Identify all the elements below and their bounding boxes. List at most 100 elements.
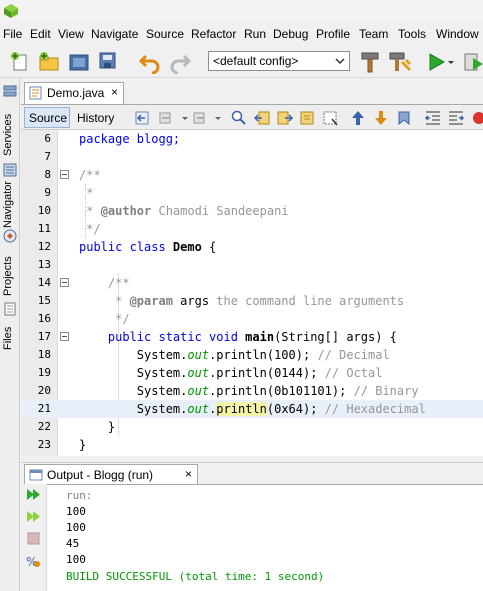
menu-team[interactable]: Team [359, 27, 388, 41]
start-macro-icon[interactable] [470, 109, 483, 127]
field-name: out [187, 384, 210, 398]
tab-source[interactable]: Source [24, 107, 70, 128]
code-line: 18 System.out.println(100); // Decimal [21, 346, 483, 364]
chevron-down-icon [335, 58, 345, 65]
menu-tools[interactable]: Tools [398, 27, 426, 41]
current-code-line: 21 System.out.println(0x64); // Hexadeci… [21, 400, 483, 418]
previous-bookmark-icon[interactable] [349, 109, 367, 127]
open-project-icon[interactable] [67, 50, 91, 74]
code-line: 12 public class Demo { [21, 238, 483, 256]
output-console[interactable]: run: 100 100 45 100 BUILD SUCCESSFUL (to… [47, 484, 483, 591]
menu-run[interactable]: Run [244, 27, 266, 41]
find-icon[interactable] [230, 109, 248, 127]
side-tab-files[interactable]: Files [0, 320, 20, 352]
code-editor[interactable]: 6 package blogg; 7 8 /** 9 * 10 * @autho… [21, 130, 483, 456]
output-toolbar: % [21, 484, 47, 591]
side-tab-label: Projects [2, 256, 14, 296]
menu-profile[interactable]: Profile [316, 27, 350, 41]
menu-debug[interactable]: Debug [273, 27, 308, 41]
javadoc-tag: @param [129, 294, 173, 308]
tab-demo-java[interactable]: Demo.java × [24, 82, 124, 104]
highlighted-method: println [216, 402, 267, 416]
close-icon[interactable]: × [111, 85, 118, 99]
settings-icon[interactable]: % [25, 553, 42, 570]
code-line: 13 [21, 256, 483, 274]
line-number: 19 [37, 366, 51, 379]
toggle-highlight-icon[interactable] [322, 109, 340, 127]
fold-toggle[interactable] [60, 332, 69, 341]
code-line: 11 */ [21, 220, 483, 238]
redo-icon[interactable] [168, 50, 192, 74]
run-dropdown-icon[interactable] [446, 50, 456, 74]
menu-refactor[interactable]: Refactor [191, 27, 236, 41]
tab-output[interactable]: Output - Blogg (run) × [24, 464, 198, 485]
fold-toggle[interactable] [60, 170, 69, 179]
config-select[interactable]: <default config> [208, 51, 350, 71]
code-line: 22 } [21, 418, 483, 436]
comment-text: */ [79, 222, 101, 236]
clean-build-icon[interactable] [388, 50, 412, 74]
java-file-icon [29, 86, 42, 100]
code-text: } [79, 420, 116, 434]
forward-icon[interactable] [191, 109, 209, 127]
output-line: 100 [66, 521, 86, 534]
line-number: 17 [37, 330, 51, 343]
comment-text: * [79, 294, 130, 308]
next-bookmark-icon[interactable] [372, 109, 390, 127]
run-project-icon[interactable] [424, 50, 448, 74]
menu-file[interactable]: File [3, 27, 22, 41]
code-line: 7 [21, 148, 483, 166]
stop-icon[interactable] [25, 530, 42, 547]
comment-text: // Binary [353, 384, 419, 398]
last-edit-icon[interactable] [134, 109, 152, 127]
method-name: main [245, 330, 275, 344]
field-name: out [187, 366, 210, 380]
menu-bar: File Edit View Navigate Source Refactor … [0, 22, 483, 46]
line-number: 20 [37, 384, 51, 397]
shift-left-icon[interactable] [424, 109, 442, 127]
comment-text: // Decimal [317, 348, 390, 362]
build-hammer-icon[interactable] [358, 50, 382, 74]
code-text: { [201, 240, 217, 254]
comment-text: * [79, 204, 101, 218]
fold-toggle[interactable] [60, 278, 69, 287]
back-icon[interactable] [157, 109, 175, 127]
menu-navigate[interactable]: Navigate [91, 27, 138, 41]
line-number: 10 [37, 204, 51, 217]
side-tab-services[interactable]: Services [0, 102, 20, 158]
field-name: out [187, 348, 210, 362]
tab-history[interactable]: History [73, 107, 121, 128]
find-previous-icon[interactable] [253, 109, 271, 127]
forward-dropdown-icon[interactable] [214, 109, 222, 127]
save-all-icon[interactable] [96, 50, 120, 74]
find-selection-icon[interactable] [299, 109, 317, 127]
code-text: } [79, 438, 87, 452]
side-tab-projects[interactable]: Projects [0, 248, 20, 298]
menu-window[interactable]: Window [436, 27, 479, 41]
line-number: 23 [37, 438, 51, 451]
comment-text: /** [79, 168, 101, 182]
editor-toolbar: Source History [21, 104, 483, 130]
menu-source[interactable]: Source [146, 27, 184, 41]
keyword-text: public class [79, 240, 173, 254]
rerun-with-params-icon[interactable] [25, 508, 42, 525]
keyword-text: public static void [79, 330, 246, 344]
rerun-icon[interactable] [25, 486, 42, 503]
back-dropdown-icon[interactable] [181, 109, 189, 127]
output-window-icon [29, 469, 43, 481]
menu-view[interactable]: View [58, 27, 84, 41]
debug-project-icon[interactable] [461, 50, 483, 74]
menu-edit[interactable]: Edit [30, 27, 51, 41]
toggle-bookmark-icon[interactable] [395, 109, 413, 127]
find-next-icon[interactable] [276, 109, 294, 127]
shift-right-icon[interactable] [447, 109, 465, 127]
line-number: 14 [37, 276, 51, 289]
new-file-icon[interactable] [8, 50, 32, 74]
code-line: 9 * [21, 184, 483, 202]
code-line: 16 */ [21, 310, 483, 328]
new-project-icon[interactable] [37, 50, 61, 74]
close-icon[interactable]: × [185, 467, 192, 481]
undo-icon[interactable] [138, 50, 162, 74]
code-line: 23 } [21, 436, 483, 454]
side-tab-navigator[interactable]: Navigator [0, 178, 20, 230]
